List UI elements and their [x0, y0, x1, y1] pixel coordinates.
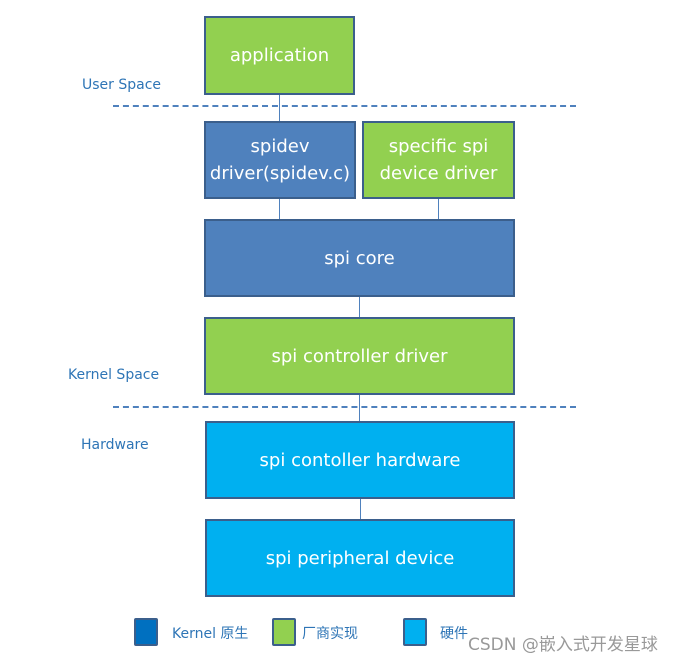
controller-hardware-box: spi contoller hardware [205, 421, 515, 499]
controller-hardware-text: spi contoller hardware [259, 449, 461, 471]
peripheral-device-box: spi peripheral device [205, 519, 515, 597]
controller-driver-box: spi controller driver [204, 317, 515, 395]
connector [279, 198, 280, 219]
connector [360, 498, 361, 519]
specific-text-2: device driver [379, 163, 498, 184]
user-kernel-divider [113, 105, 576, 107]
watermark: CSDN @嵌入式开发星球 [468, 635, 658, 655]
legend-swatch-kernel [134, 618, 158, 646]
kernel-space-label: Kernel Space [68, 367, 160, 383]
spidev-text: spidev [250, 136, 310, 157]
connector [279, 94, 280, 121]
application-text: application [229, 45, 330, 66]
spi-core-box: spi core [204, 219, 515, 297]
hardware-label: Hardware [81, 437, 149, 453]
specific-device-driver-box: specific spi device driver [362, 121, 515, 199]
spi-core-text: spi core [324, 247, 395, 269]
legend-swatch-vendor [272, 618, 296, 646]
user-space-label: User Space [82, 77, 162, 93]
application-box: application [204, 16, 355, 95]
legend-label-hardware: 硬件 [440, 626, 468, 642]
spidev-text-2: driver(spidev.c) [209, 163, 351, 184]
peripheral-text: spi peripheral device [265, 547, 455, 569]
specific-text: specific spi [388, 136, 489, 157]
kernel-hardware-divider [113, 406, 576, 408]
spi-architecture-diagram: User Space Kernel Space Hardware applica… [0, 0, 696, 661]
legend-label-kernel: Kernel 原生 [172, 626, 249, 642]
legend-swatch-hardware [403, 618, 427, 646]
connector [438, 198, 439, 219]
spidev-driver-box: spidev driver(spidev.c) [204, 121, 356, 199]
connector [359, 296, 360, 317]
legend-label-vendor: 厂商实现 [302, 626, 358, 642]
controller-driver-text: spi controller driver [271, 345, 448, 367]
